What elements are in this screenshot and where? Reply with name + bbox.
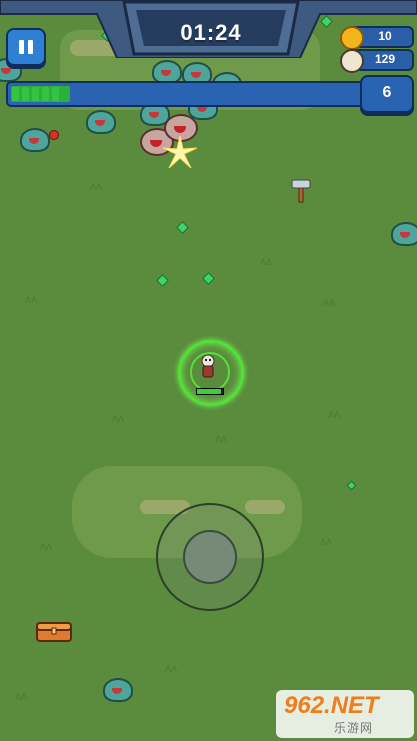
grass-tuft: ᴧᴧ — [323, 295, 335, 309]
monster-mouth — [29, 138, 39, 144]
chest-icon[interactable] — [36, 620, 72, 642]
coin-count: 10 — [378, 29, 392, 43]
grass-tuft: ᴧᴧ — [320, 534, 332, 548]
kill-count: 129 — [374, 52, 396, 66]
skull-icon — [340, 49, 364, 73]
grass-tuft: ᴧᴧ — [25, 292, 37, 306]
experience-segment — [32, 87, 39, 101]
grass-tuft: ᴧᴧ — [90, 179, 102, 193]
grass-tuft: ᴧᴧ — [328, 407, 340, 421]
experience-segment — [12, 87, 19, 101]
slime-monster — [391, 222, 417, 246]
kill-counter: 129 — [340, 49, 414, 73]
game-stage[interactable]: ᴧᴧ ᴧᴧ ᴧᴧ ᴧᴧ ᴧᴧ ᴧᴧ ᴧᴧ ᴧᴧ ᴧᴧ ᴧᴧ ᴧᴧ 01:24 1… — [0, 0, 417, 741]
experience-segment — [52, 87, 59, 101]
pause-icon — [28, 40, 33, 54]
player-health-fill — [197, 389, 221, 394]
grass-tuft: ᴧᴧ — [40, 539, 52, 553]
xp-gem — [202, 272, 215, 285]
coin-counter: 10 — [340, 26, 414, 50]
monster-mouth — [191, 72, 201, 78]
player-character — [201, 354, 215, 378]
grass-tuft: ᴧᴧ — [165, 661, 177, 675]
monster-mouth — [1, 68, 11, 74]
joystick-knob[interactable] — [183, 530, 237, 584]
grass-tuft: ᴧᴧ — [260, 254, 272, 268]
monster-mouth — [174, 126, 186, 133]
dirt-patch — [245, 500, 285, 514]
grass-tuft: ᴧᴧ — [15, 689, 27, 703]
survival-timer: 01:24 — [180, 20, 242, 45]
slime-monster — [20, 128, 50, 152]
monster-mouth — [149, 112, 159, 118]
experience-segment — [22, 87, 29, 101]
coin-icon — [340, 26, 364, 50]
xp-gem — [156, 274, 169, 287]
slime-monster — [103, 678, 133, 702]
level-badge: 6 — [360, 75, 414, 113]
level-number: 6 — [382, 84, 392, 101]
grass-tuft: ᴧᴧ — [215, 431, 227, 445]
experience-segment — [42, 87, 49, 101]
player-health-bar — [196, 388, 224, 395]
hammer-icon — [291, 179, 311, 203]
monster-mouth — [400, 232, 410, 238]
watermark-subtitle: 乐游网 — [334, 721, 374, 735]
xp-gem — [346, 480, 357, 491]
pause-icon — [19, 40, 24, 54]
red-orb — [49, 130, 59, 140]
pause-button[interactable] — [6, 28, 46, 66]
site-watermark: 962.NET 乐游网 — [276, 690, 414, 738]
monster-mouth — [112, 688, 122, 694]
monster-mouth — [150, 140, 162, 147]
experience-bar-fill — [11, 86, 70, 102]
grass-tuft: ᴧᴧ — [112, 411, 124, 425]
experience-bar — [6, 81, 366, 107]
hit-burst-icon — [163, 136, 197, 169]
slime-monster — [86, 110, 116, 134]
monster-mouth — [161, 70, 171, 76]
xp-gem — [176, 221, 189, 234]
monster-mouth — [95, 120, 105, 126]
watermark-logo: 962.NET — [284, 692, 379, 719]
